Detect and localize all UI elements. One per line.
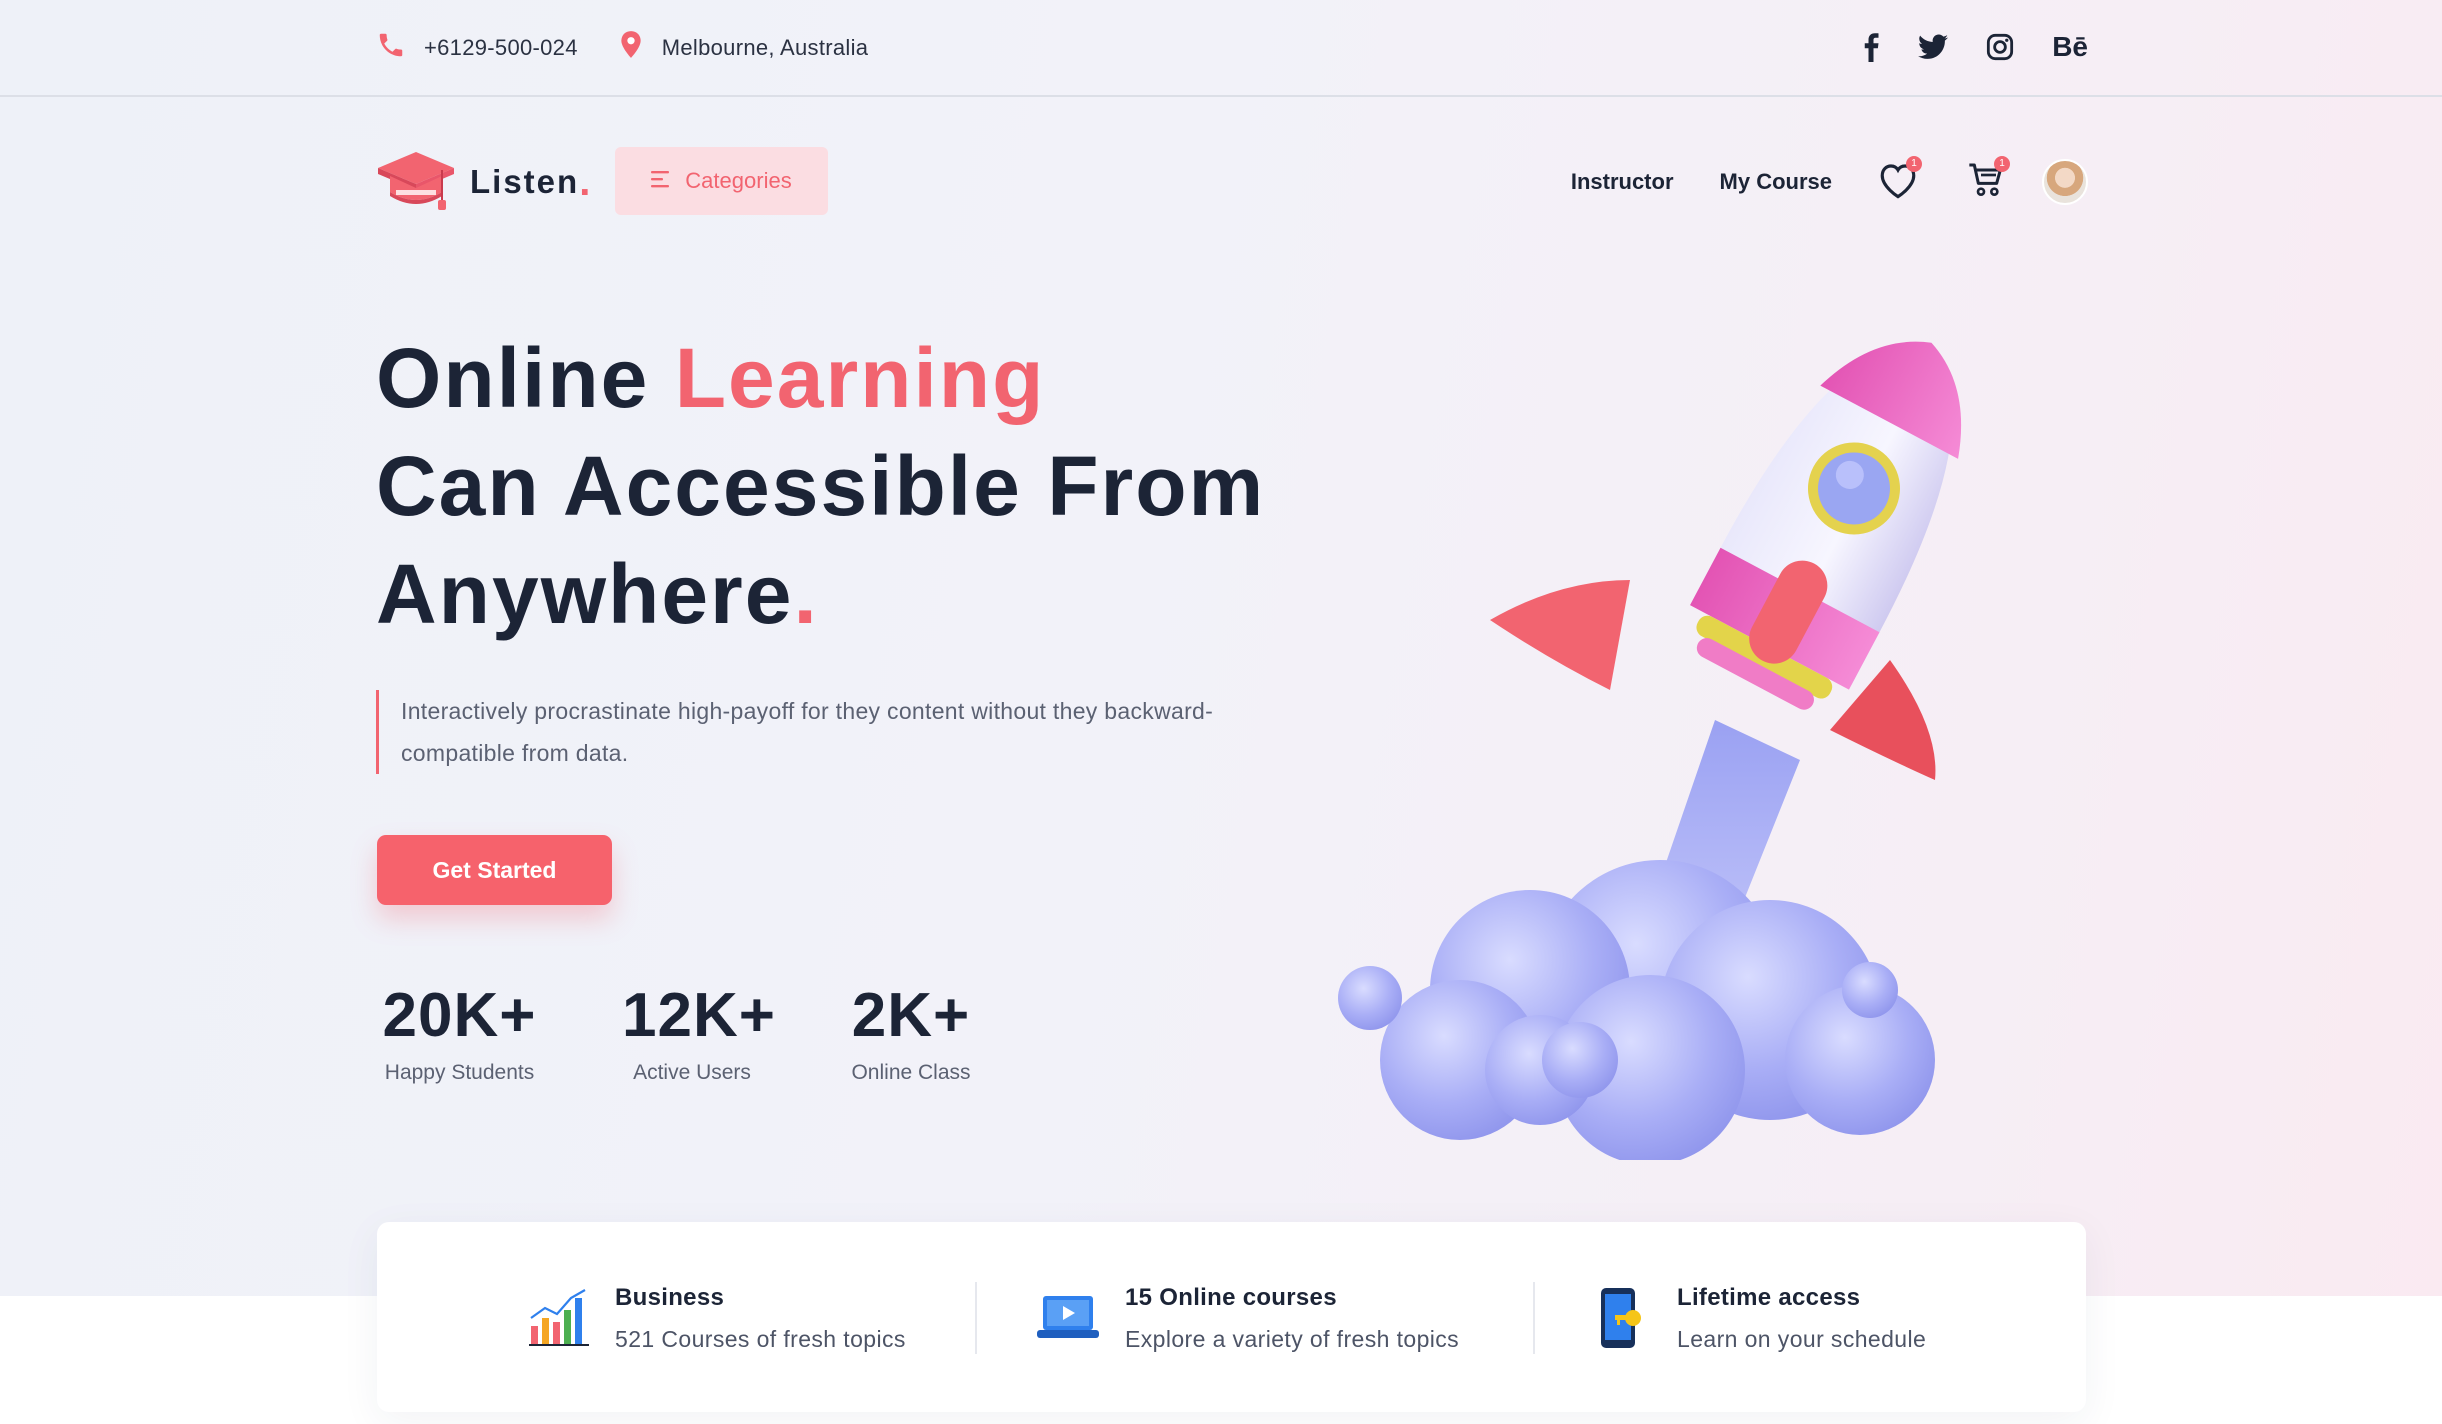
wishlist-count-badge: 1	[1906, 156, 1922, 172]
laptop-video-icon	[1035, 1284, 1101, 1353]
phone-icon	[376, 30, 406, 65]
rocket-illustration	[1330, 290, 2000, 1165]
feature-subtitle: Learn on your schedule	[1677, 1326, 1927, 1352]
get-started-button[interactable]: Get Started	[377, 835, 612, 905]
hero-title-dot: .	[793, 547, 819, 641]
stat-online-class: 2K+ Online Class	[841, 980, 981, 1085]
features-card: Business 521 Courses of fresh topics 15 …	[377, 1222, 2086, 1412]
facebook-icon[interactable]	[1862, 30, 1880, 64]
stat-value: 12K+	[622, 981, 776, 1050]
instagram-icon[interactable]	[1986, 30, 2014, 64]
hero-title-part: Online	[376, 331, 675, 425]
feature-subtitle: Explore a variety of fresh topics	[1125, 1326, 1460, 1352]
feature-title: Lifetime access	[1677, 1284, 1861, 1311]
location-contact: Melbourne, Australia	[618, 30, 869, 65]
hero-title-accent: Learning	[674, 331, 1046, 425]
phone-contact[interactable]: +6129-500-024	[376, 30, 578, 65]
behance-icon[interactable]: Bē	[2052, 30, 2088, 64]
main-nav: Listen. Categories Instructor My Course …	[376, 146, 2088, 218]
hero-title: Online Learning Can Accessible From Anyw…	[376, 324, 1376, 648]
map-pin-icon	[618, 30, 644, 65]
stat-value: 2K+	[851, 981, 971, 1050]
stat-happy-students: 20K+ Happy Students	[376, 980, 543, 1085]
nav-link-instructor[interactable]: Instructor	[1571, 169, 1674, 195]
brand-logo[interactable]: Listen.	[376, 146, 590, 218]
feature-title: 15 Online courses	[1125, 1284, 1337, 1311]
feature-text: Lifetime access Learn on your schedule	[1677, 1284, 1926, 1353]
user-avatar[interactable]	[2042, 159, 2088, 205]
stats-row: 20K+ Happy Students 12K+ Active Users 2K…	[376, 980, 981, 1085]
nav-links: Instructor My Course 1 1	[1525, 146, 2088, 218]
feature-divider	[975, 1282, 977, 1354]
stat-label: Active Users	[633, 1061, 751, 1084]
hero-title-line-3: Anywhere.	[376, 540, 1376, 648]
stat-label: Online Class	[851, 1061, 971, 1084]
wishlist-button[interactable]: 1	[1876, 156, 1922, 204]
stat-active-users: 12K+ Active Users	[622, 980, 776, 1085]
brand-name: Listen	[470, 163, 580, 200]
cart-count-badge: 1	[1994, 156, 2010, 172]
hero-title-line-2: Can Accessible From	[376, 439, 1266, 533]
feature-text: 15 Online courses Explore a variety of f…	[1125, 1284, 1459, 1353]
cart-button[interactable]: 1	[1964, 156, 2010, 204]
hero-description: Interactively procrastinate high-payoff …	[376, 690, 1326, 774]
graduation-cap-icon	[376, 146, 456, 219]
categories-button[interactable]: Categories	[615, 147, 828, 215]
phone-number: +6129-500-024	[424, 34, 578, 60]
feature-text: Business 521 Courses of fresh topics	[615, 1284, 906, 1353]
twitter-icon[interactable]	[1918, 30, 1949, 64]
feature-subtitle: 521 Courses of fresh topics	[615, 1326, 906, 1352]
mobile-key-icon	[1593, 1284, 1653, 1359]
top-bar: +6129-500-024 Melbourne, Australia Bē	[0, 0, 2442, 97]
stat-value: 20K+	[382, 981, 537, 1050]
feature-title: Business	[615, 1284, 725, 1311]
social-links: Bē	[1824, 30, 2088, 64]
feature-business[interactable]: Business 521 Courses of fresh topics	[527, 1284, 906, 1353]
stat-label: Happy Students	[384, 1061, 535, 1084]
bar-chart-icon	[527, 1284, 591, 1353]
menu-lines-icon	[651, 168, 671, 194]
feature-divider	[1533, 1282, 1535, 1354]
location-text: Melbourne, Australia	[661, 34, 869, 60]
contact-info: +6129-500-024 Melbourne, Australia	[376, 30, 908, 65]
nav-link-my-course[interactable]: My Course	[1720, 169, 1832, 195]
hero-title-word: Anywhere	[376, 547, 794, 641]
brand-dot: .	[579, 159, 591, 204]
feature-online-courses[interactable]: 15 Online courses Explore a variety of f…	[1035, 1284, 1459, 1353]
hero-title-line-1: Online Learning	[376, 324, 1376, 432]
categories-label: Categories	[685, 168, 792, 193]
feature-lifetime-access[interactable]: Lifetime access Learn on your schedule	[1593, 1284, 1926, 1359]
